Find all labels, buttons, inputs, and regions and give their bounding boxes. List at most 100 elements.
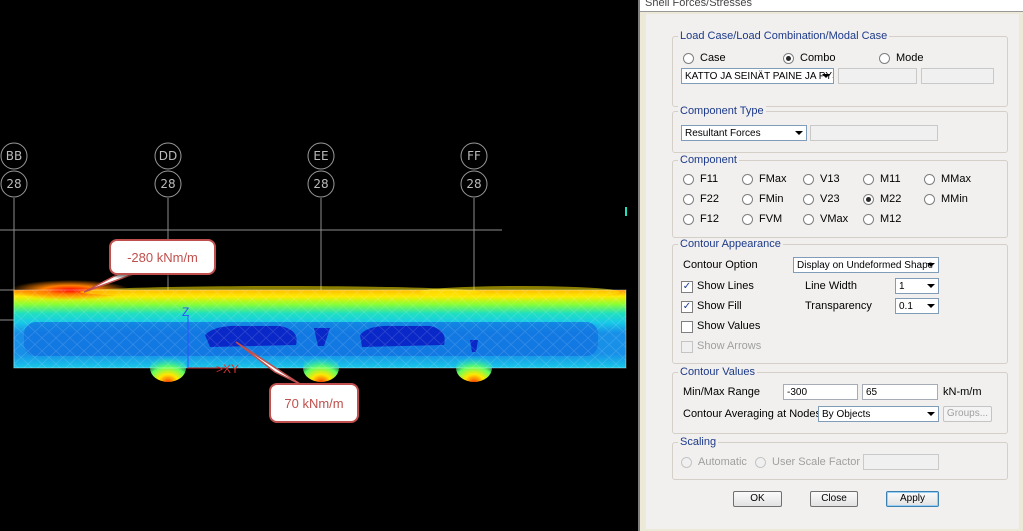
chevron-down-icon <box>927 412 935 416</box>
max-range-input[interactable]: 65 <box>862 384 938 400</box>
ok-button[interactable]: OK <box>733 491 782 507</box>
line-width-select[interactable]: 1 <box>895 278 939 294</box>
transparency-select[interactable]: 0.1 <box>895 298 939 314</box>
component-radio-mmax[interactable] <box>924 174 935 185</box>
model-viewport[interactable]: BB 28 DD 28 EE 28 FF 28 -280 kNm/m 70 kN… <box>0 0 638 531</box>
range-units-label: kN-m/m <box>943 386 982 398</box>
component-radio-mmin[interactable] <box>924 194 935 205</box>
contour-values-group-title: Contour Values <box>678 366 758 378</box>
scaling-group-title: Scaling <box>678 436 719 448</box>
combo-radio[interactable] <box>783 53 794 64</box>
min-moment-label: -280 kNm/m <box>127 249 198 265</box>
show-lines-checkbox[interactable]: ✓ <box>681 281 693 293</box>
grid-bubble-ff[interactable]: FF 28 <box>460 142 488 198</box>
load-combo-select[interactable]: KATTO JA SEINÄT PAINE JA PYSY <box>681 68 834 84</box>
show-fill-checkbox[interactable]: ✓ <box>681 301 693 313</box>
shell-contour-strip[interactable] <box>10 280 627 382</box>
component-radio-m22[interactable] <box>863 194 874 205</box>
contour-appearance-group: Contour Appearance Contour Option Displa… <box>672 238 1008 364</box>
component-label-m12: M12 <box>880 213 902 225</box>
component-label-mmax: MMax <box>941 173 971 185</box>
component-radio-m12[interactable] <box>863 214 874 225</box>
show-lines-label: Show Lines <box>697 280 754 292</box>
min-moment-callout: -280 kNm/m <box>109 239 216 275</box>
component-type-select[interactable]: Resultant Forces <box>681 125 807 141</box>
load-case-extra-field-2 <box>921 68 994 84</box>
show-values-checkbox[interactable] <box>681 321 693 333</box>
component-radio-fmin[interactable] <box>742 194 753 205</box>
contour-option-value: Display on Undeformed Shape <box>797 260 934 271</box>
min-range-input[interactable]: -300 <box>783 384 858 400</box>
dialog-body: Load Case/Load Combination/Modal Case Ca… <box>646 14 1019 529</box>
load-case-group: Load Case/Load Combination/Modal Case Ca… <box>672 30 1008 107</box>
app-window: BB 28 DD 28 EE 28 FF 28 -280 kNm/m 70 kN… <box>0 0 1023 531</box>
mode-radio[interactable] <box>879 53 890 64</box>
component-label-v13: V13 <box>820 173 840 185</box>
component-label-m22: M22 <box>880 193 902 205</box>
grid-bubble-ee[interactable]: EE 28 <box>307 142 335 198</box>
close-button[interactable]: Close <box>810 491 858 507</box>
apply-button[interactable]: Apply <box>886 491 939 507</box>
component-radio-f12[interactable] <box>683 214 694 225</box>
user-scale-input <box>863 454 939 470</box>
load-case-group-title: Load Case/Load Combination/Modal Case <box>678 30 890 42</box>
shell-forces-dialog: Shell Forces/Stresses Load Case/Load Com… <box>638 0 1023 531</box>
contour-option-select[interactable]: Display on Undeformed Shape <box>793 257 939 273</box>
grid-label-bottom: 28 <box>313 177 328 191</box>
dialog-titlebar[interactable]: Shell Forces/Stresses <box>640 0 1023 12</box>
component-type-extra-field <box>810 125 938 141</box>
grid-bubble-bb[interactable]: BB 28 <box>0 142 28 198</box>
component-type-group-title: Component Type <box>678 105 766 117</box>
mode-radio-label: Mode <box>896 52 924 64</box>
min-max-range-label: Min/Max Range <box>683 386 761 398</box>
component-label-v23: V23 <box>820 193 840 205</box>
dialog-title: Shell Forces/Stresses <box>645 0 752 9</box>
axis-z-label: Z <box>182 305 190 319</box>
transparency-label: Transparency <box>805 300 872 312</box>
grid-bubble-dd[interactable]: DD 28 <box>154 142 182 198</box>
component-group: Component F11 FMax V13 M11 MMax F22 FMin… <box>672 154 1008 238</box>
load-combo-value: KATTO JA SEINÄT PAINE JA PYSY <box>685 71 834 82</box>
component-radio-m11[interactable] <box>863 174 874 185</box>
component-radio-f22[interactable] <box>683 194 694 205</box>
chevron-down-icon <box>927 284 935 288</box>
grid-label-top: EE <box>313 149 328 163</box>
grid-label-bottom: 28 <box>160 177 175 191</box>
component-radio-fmax[interactable] <box>742 174 753 185</box>
component-radio-v13[interactable] <box>803 174 814 185</box>
axis-xy-label: >XY <box>216 362 240 376</box>
line-width-label: Line Width <box>805 280 857 292</box>
chevron-down-icon <box>795 131 803 135</box>
contour-plot: BB 28 DD 28 EE 28 FF 28 <box>0 142 627 385</box>
show-values-label: Show Values <box>697 320 761 332</box>
contour-option-label: Contour Option <box>683 259 758 271</box>
automatic-scaling-label: Automatic <box>698 456 747 468</box>
chevron-down-icon <box>822 74 830 78</box>
component-radio-v23[interactable] <box>803 194 814 205</box>
component-label-f11: F11 <box>700 173 719 185</box>
grid-label-bottom: 28 <box>6 177 21 191</box>
component-radio-fvm[interactable] <box>742 214 753 225</box>
component-label-fvm: FVM <box>759 213 783 225</box>
component-label-fmin: FMin <box>759 193 784 205</box>
component-type-group: Component Type Resultant Forces <box>672 105 1008 153</box>
transparency-value: 0.1 <box>899 301 913 312</box>
component-label-fmax: FMax <box>759 173 787 185</box>
scaling-group: Scaling Automatic User Scale Factor <box>672 436 1008 480</box>
component-label-mmin: MMin <box>941 193 968 205</box>
component-radio-f11[interactable] <box>683 174 694 185</box>
contour-averaging-label: Contour Averaging at Nodes <box>683 408 821 420</box>
component-group-title: Component <box>678 154 739 166</box>
case-radio[interactable] <box>683 53 694 64</box>
contour-averaging-select[interactable]: By Objects <box>818 406 939 422</box>
component-radio-vmax[interactable] <box>803 214 814 225</box>
component-label-m11: M11 <box>880 173 901 185</box>
component-type-value: Resultant Forces <box>685 128 761 139</box>
combo-radio-label: Combo <box>800 52 836 64</box>
groups-button: Groups... <box>943 406 992 422</box>
component-label-f22: F22 <box>700 193 719 205</box>
load-case-extra-field-1 <box>838 68 917 84</box>
component-label-vmax: VMax <box>820 213 849 225</box>
contour-values-group: Contour Values Min/Max Range -300 65 kN-… <box>672 366 1008 434</box>
component-label-f12: F12 <box>700 213 719 225</box>
